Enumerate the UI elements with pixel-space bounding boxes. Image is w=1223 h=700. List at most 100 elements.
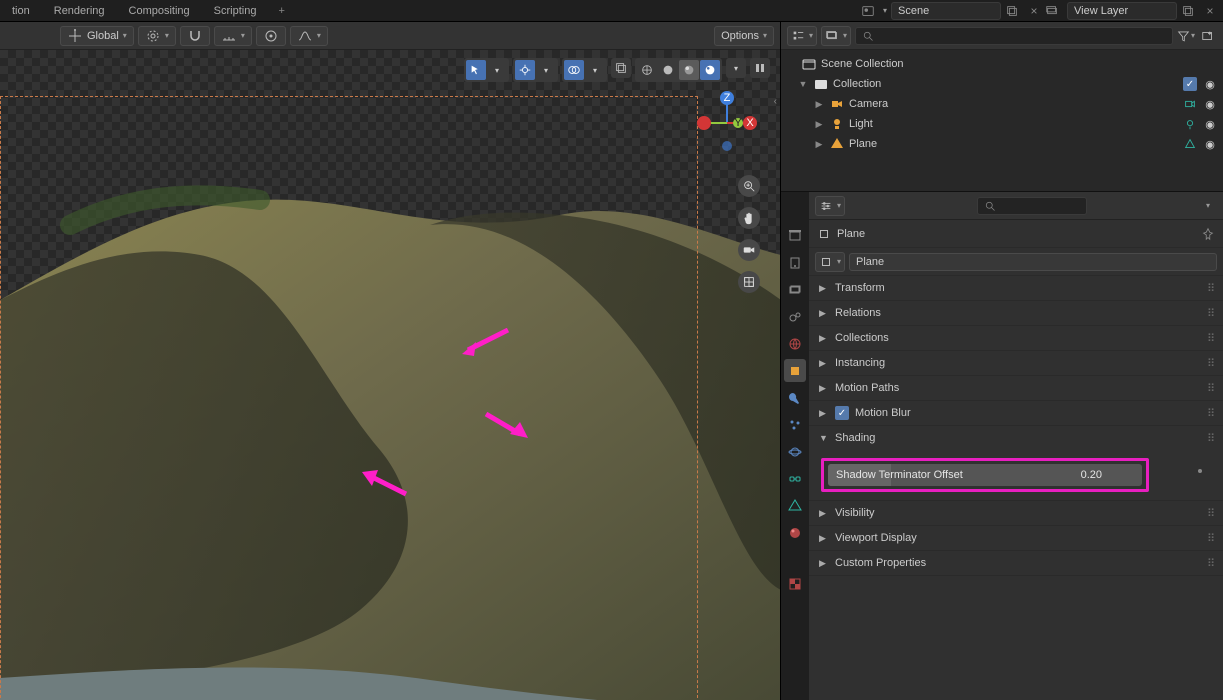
panel-header[interactable]: ▶Visibility⠿ — [809, 501, 1223, 525]
physics-properties-tab[interactable] — [784, 440, 806, 463]
visibility-toggle-icon[interactable]: ◉ — [1203, 138, 1217, 151]
texture-properties-tab[interactable] — [784, 572, 806, 595]
panel-grip-icon[interactable]: ⠿ — [1207, 382, 1213, 395]
visibility-toggle-icon[interactable]: ◉ — [1203, 78, 1217, 91]
shading-material[interactable] — [679, 60, 699, 80]
outliner-display-mode[interactable]: ▾ — [787, 26, 817, 46]
panel-header[interactable]: ▶Transform⠿ — [809, 276, 1223, 300]
modifier-properties-tab[interactable] — [784, 386, 806, 409]
pivot-dropdown[interactable]: ▾ — [138, 26, 176, 46]
panel-header[interactable]: ▼ Shading ⠿ — [809, 426, 1223, 450]
snap-dropdown[interactable]: ▾ — [214, 26, 252, 46]
tree-row-camera[interactable]: ▶ Camera ◉ — [781, 94, 1223, 114]
viewlayer-properties-tab[interactable] — [784, 278, 806, 301]
new-scene-icon[interactable] — [1005, 4, 1019, 18]
collapse-sidebar-icon[interactable]: ‹ — [774, 96, 777, 107]
camera-data-icon[interactable] — [1183, 97, 1197, 111]
new-collection-button[interactable] — [1199, 27, 1217, 45]
mesh-data-icon[interactable] — [1183, 137, 1197, 151]
workspace-tab[interactable]: Scripting — [202, 2, 269, 20]
constraint-properties-tab[interactable] — [784, 467, 806, 490]
options-dropdown[interactable]: Options ▾ — [714, 26, 774, 46]
shadow-terminator-offset-slider[interactable]: Shadow Terminator Offset 0.20 — [828, 464, 1142, 486]
object-name-prefix[interactable]: ▾ — [815, 252, 845, 272]
workspace-tab[interactable]: Compositing — [117, 2, 202, 20]
disclosure-triangle-icon[interactable]: ▶ — [813, 119, 825, 130]
snap-toggle[interactable] — [180, 26, 210, 46]
object-properties-tab[interactable] — [784, 359, 806, 382]
workspace-tab[interactable]: tion — [0, 2, 42, 20]
object-name-input[interactable]: Plane — [849, 253, 1217, 271]
panel-header[interactable]: ▶Collections⠿ — [809, 326, 1223, 350]
tree-row-scene-collection[interactable]: Scene Collection — [781, 54, 1223, 74]
panel-header[interactable]: ▶Motion Paths⠿ — [809, 376, 1223, 400]
new-viewlayer-icon[interactable] — [1181, 4, 1195, 18]
panel-grip-icon[interactable]: ⠿ — [1207, 507, 1213, 520]
tree-row-collection[interactable]: ▼ Collection ✓ ◉ — [781, 74, 1223, 94]
properties-mode-dropdown[interactable]: ▾ — [815, 196, 845, 216]
shading-rendered[interactable] — [700, 60, 720, 80]
material-properties-tab[interactable] — [784, 521, 806, 544]
render-properties-tab[interactable] — [784, 224, 806, 247]
gizmo-dropdown[interactable]: ▾ — [536, 60, 556, 80]
viewport-3d[interactable]: ▾ ▾ ▾ ▾ ‹ — [0, 50, 780, 700]
proportional-edit-toggle[interactable] — [256, 26, 286, 46]
panel-grip-icon[interactable]: ⠿ — [1207, 432, 1213, 445]
scene-properties-tab[interactable] — [784, 305, 806, 328]
panel-grip-icon[interactable]: ⠿ — [1207, 307, 1213, 320]
panel-grip-icon[interactable]: ⠿ — [1207, 357, 1213, 370]
panel-grip-icon[interactable]: ⠿ — [1207, 332, 1213, 345]
chevron-down-icon[interactable]: ▾ — [883, 6, 887, 15]
properties-search-input[interactable] — [977, 197, 1087, 215]
panel-header[interactable]: ▶Viewport Display⠿ — [809, 526, 1223, 550]
filter-button[interactable]: ▾ — [1177, 27, 1195, 45]
pin-icon[interactable] — [1201, 227, 1215, 241]
motion-blur-checkbox[interactable]: ✓ — [835, 406, 849, 420]
output-properties-tab[interactable] — [784, 251, 806, 274]
outliner-view-mode[interactable]: ▾ — [821, 26, 851, 46]
disclosure-triangle-icon[interactable]: ▼ — [797, 79, 809, 89]
animation-decorator-icon[interactable] — [1198, 469, 1202, 473]
collection-exclude-checkbox[interactable]: ✓ — [1183, 77, 1197, 91]
shading-dropdown[interactable]: ▾ — [726, 58, 746, 78]
navigation-gizmo[interactable]: Z X Y — [692, 88, 762, 158]
panel-grip-icon[interactable]: ⠿ — [1207, 557, 1213, 570]
overlays-toggle[interactable] — [564, 60, 584, 80]
mesh-properties-tab[interactable] — [784, 494, 806, 517]
scene-name-field[interactable]: Scene — [891, 2, 1001, 20]
transform-orientation-dropdown[interactable]: Global ▾ — [60, 26, 134, 46]
gizmo-toggle[interactable] — [515, 60, 535, 80]
perspective-toggle-icon[interactable] — [738, 271, 760, 293]
panel-grip-icon[interactable]: ⠿ — [1207, 282, 1213, 295]
tree-row-light[interactable]: ▶ Light ◉ — [781, 114, 1223, 134]
delete-scene-button[interactable]: × — [1027, 4, 1041, 18]
properties-options-dropdown[interactable]: ▾ — [1199, 197, 1217, 215]
xray-toggle[interactable] — [611, 58, 631, 78]
zoom-icon[interactable] — [738, 175, 760, 197]
panel-header[interactable]: ▶ ✓ Motion Blur ⠿ — [809, 401, 1223, 425]
selectability-dropdown[interactable]: ▾ — [487, 60, 507, 80]
panel-grip-icon[interactable]: ⠿ — [1207, 407, 1213, 420]
camera-view-icon[interactable] — [738, 239, 760, 261]
workspace-tab[interactable]: Rendering — [42, 2, 117, 20]
world-properties-tab[interactable] — [784, 332, 806, 355]
shading-solid[interactable] — [658, 60, 678, 80]
delete-viewlayer-button[interactable]: × — [1203, 4, 1217, 18]
add-workspace-button[interactable]: + — [268, 2, 294, 20]
panel-header[interactable]: ▶Relations⠿ — [809, 301, 1223, 325]
disclosure-triangle-icon[interactable]: ▶ — [813, 139, 825, 150]
viewlayer-name-field[interactable]: View Layer — [1067, 2, 1177, 20]
particle-properties-tab[interactable] — [784, 413, 806, 436]
panel-header[interactable]: ▶Instancing⠿ — [809, 351, 1223, 375]
disclosure-triangle-icon[interactable]: ▶ — [813, 99, 825, 110]
overlays-dropdown[interactable]: ▾ — [585, 60, 605, 80]
light-data-icon[interactable] — [1183, 117, 1197, 131]
selectability-toggle[interactable] — [466, 60, 486, 80]
visibility-toggle-icon[interactable]: ◉ — [1203, 98, 1217, 111]
panel-header[interactable]: ▶Custom Properties⠿ — [809, 551, 1223, 575]
visibility-toggle-icon[interactable]: ◉ — [1203, 118, 1217, 131]
pause-render-button[interactable] — [750, 58, 770, 78]
tree-row-plane[interactable]: ▶ Plane ◉ — [781, 134, 1223, 154]
outliner-search-input[interactable] — [855, 27, 1173, 45]
panel-grip-icon[interactable]: ⠿ — [1207, 532, 1213, 545]
